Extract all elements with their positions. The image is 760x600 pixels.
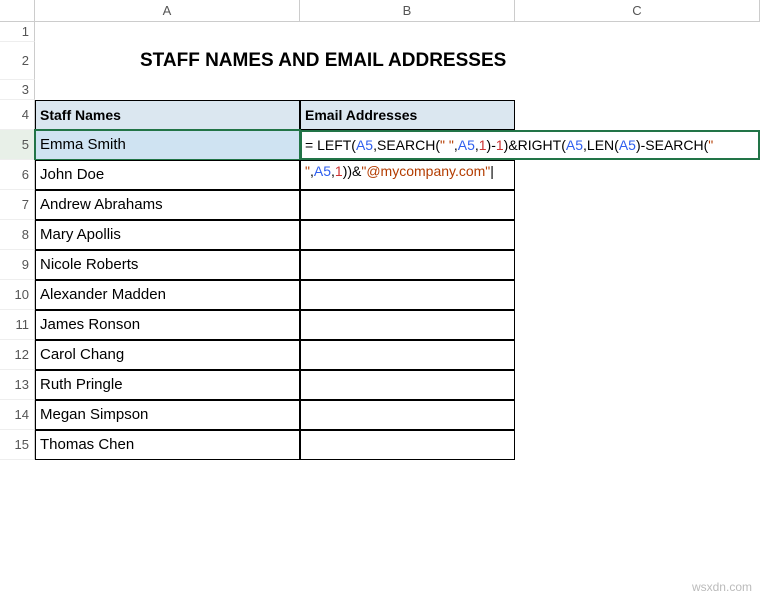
cell-b5-formula-editing[interactable]: = LEFT(A5,SEARCH(" ",A5,1)-1)&RIGHT(A5,L… [300, 130, 760, 160]
sheet-title[interactable]: STAFF NAMES AND EMAIL ADDRESSES [35, 42, 760, 80]
header-staff-names[interactable]: Staff Names [35, 100, 300, 130]
cell-b9[interactable] [300, 250, 515, 280]
cell-c4[interactable] [515, 100, 760, 130]
row-number[interactable]: 3 [0, 80, 35, 100]
cell-b10[interactable] [300, 280, 515, 310]
select-all-corner[interactable] [0, 0, 35, 21]
row-13: 13 Ruth Pringle [0, 370, 760, 400]
row-12: 12 Carol Chang [0, 340, 760, 370]
cell-b8[interactable] [300, 220, 515, 250]
cell-b12[interactable] [300, 340, 515, 370]
row-number[interactable]: 9 [0, 250, 35, 280]
row-number[interactable]: 15 [0, 430, 35, 460]
cell-c10[interactable] [515, 280, 760, 310]
cell-a8[interactable]: Mary Apollis [35, 220, 300, 250]
row-number[interactable]: 10 [0, 280, 35, 310]
cell-a14[interactable]: Megan Simpson [35, 400, 300, 430]
cell-a12[interactable]: Carol Chang [35, 340, 300, 370]
cell-a6[interactable]: John Doe [35, 160, 300, 190]
cell-c8[interactable] [515, 220, 760, 250]
row-number[interactable]: 4 [0, 100, 35, 130]
row-10: 10 Alexander Madden [0, 280, 760, 310]
cell-b14[interactable] [300, 400, 515, 430]
row-4-header: 4 Staff Names Email Addresses [0, 100, 760, 130]
cell-b15[interactable] [300, 430, 515, 460]
cell-b1[interactable] [300, 22, 515, 42]
row-number[interactable]: 7 [0, 190, 35, 220]
cell-a5-selected[interactable]: Emma Smith [35, 130, 300, 160]
cell-a11[interactable]: James Ronson [35, 310, 300, 340]
row-3: 3 [0, 80, 760, 100]
cell-c15[interactable] [515, 430, 760, 460]
row-7: 7 Andrew Abrahams [0, 190, 760, 220]
cell-a7[interactable]: Andrew Abrahams [35, 190, 300, 220]
row-number[interactable]: 8 [0, 220, 35, 250]
spreadsheet-grid[interactable]: A B C 1 2 STAFF NAMES AND EMAIL ADDRESSE… [0, 0, 760, 600]
cell-c6[interactable] [515, 160, 760, 190]
row-number[interactable]: 13 [0, 370, 35, 400]
row-14: 14 Megan Simpson [0, 400, 760, 430]
row-8: 8 Mary Apollis [0, 220, 760, 250]
cell-a13[interactable]: Ruth Pringle [35, 370, 300, 400]
cell-a10[interactable]: Alexander Madden [35, 280, 300, 310]
cell-b7[interactable] [300, 190, 515, 220]
row-number[interactable]: 6 [0, 160, 35, 190]
cell-c13[interactable] [515, 370, 760, 400]
cell-b11[interactable] [300, 310, 515, 340]
row-1: 1 [0, 22, 760, 42]
cell-a3[interactable] [35, 80, 300, 100]
col-header-b[interactable]: B [300, 0, 515, 21]
row-15: 15 Thomas Chen [0, 430, 760, 460]
row-number[interactable]: 12 [0, 340, 35, 370]
cell-a15[interactable]: Thomas Chen [35, 430, 300, 460]
row-number[interactable]: 1 [0, 22, 35, 42]
column-header-row: A B C [0, 0, 760, 22]
cell-b13[interactable] [300, 370, 515, 400]
row-9: 9 Nicole Roberts [0, 250, 760, 280]
row-11: 11 James Ronson [0, 310, 760, 340]
watermark: wsxdn.com [692, 580, 752, 594]
cell-b3[interactable] [300, 80, 515, 100]
row-2: 2 STAFF NAMES AND EMAIL ADDRESSES [0, 42, 760, 80]
col-header-a[interactable]: A [35, 0, 300, 21]
cell-c9[interactable] [515, 250, 760, 280]
cell-c14[interactable] [515, 400, 760, 430]
cell-a9[interactable]: Nicole Roberts [35, 250, 300, 280]
row-number[interactable]: 14 [0, 400, 35, 430]
row-number[interactable]: 2 [0, 42, 35, 80]
cell-c11[interactable] [515, 310, 760, 340]
cell-c3[interactable] [515, 80, 760, 100]
header-email-addresses[interactable]: Email Addresses [300, 100, 515, 130]
cell-c12[interactable] [515, 340, 760, 370]
cell-c1[interactable] [515, 22, 760, 42]
row-number[interactable]: 5 [0, 130, 35, 160]
cell-c7[interactable] [515, 190, 760, 220]
row-5: 5 Emma Smith = LEFT(A5,SEARCH(" ",A5,1)-… [0, 130, 760, 160]
row-number[interactable]: 11 [0, 310, 35, 340]
cell-a1[interactable] [35, 22, 300, 42]
col-header-c[interactable]: C [515, 0, 760, 21]
